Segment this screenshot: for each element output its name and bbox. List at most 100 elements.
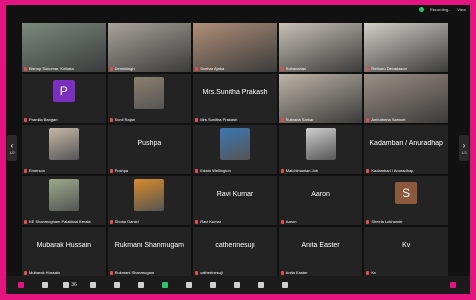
leave-button[interactable] [444,279,464,291]
participant-name: Sheela Lokhande [371,219,403,224]
recording-label: Recording... [429,6,452,12]
recording-icon [418,6,424,12]
participant-row: Bishop Sukumar, Kolkata Dennisingh Snehar … [22,23,448,72]
participant-tile[interactable]: KE Shanmugham Palakkad Kerala [22,176,106,225]
next-page-button[interactable]: › 1/2 [459,135,469,161]
more-button[interactable] [276,279,296,291]
more-icon [282,282,288,288]
profile-photo [48,179,79,211]
participant-tile[interactable]: Sobanarian [278,23,363,72]
mic-muted-icon [24,66,27,71]
participant-name: Kadambari / Anuradhap [371,168,414,173]
mic-muted-icon [109,270,113,275]
participant-tile[interactable]: Malchimanian Job [278,125,363,174]
participant-video [278,74,363,123]
participants-button[interactable]: 36 [60,279,80,291]
mic-button[interactable] [12,279,32,291]
chevron-left-icon: ‹ [10,141,14,150]
mic-muted-icon [366,117,370,122]
mic-muted-icon [366,66,370,71]
participant-name: Anbuthena Samuel [371,117,406,122]
mic-muted-icon [280,117,284,122]
participant-tile[interactable]: Kv Kv [364,227,448,276]
participant-tile[interactable]: Snehar Ajaba [193,23,277,72]
apps-icon [258,282,264,288]
mic-muted-icon [109,168,113,173]
participant-name-label: Rethuru Devadason [366,66,446,71]
participant-display-name: Kv [402,242,411,249]
participant-tile[interactable]: Rethuru Devadason [364,23,448,72]
participant-name-label: Ravi Kumar [195,219,275,224]
participant-display-name: Ravi Kumar [216,191,254,198]
chat-button[interactable] [84,279,104,291]
participant-name-label: Emerson [24,168,104,173]
participant-tile[interactable]: Mrs.Sunitha Prakash Mrs.Sunitha Prakash [193,74,277,123]
video-button[interactable] [36,279,56,291]
participant-display-name: Anita Easter [301,242,340,249]
participant-row: KE Shanmugham Palakkad Kerala Shoba Danie… [22,176,448,225]
react-button[interactable] [108,279,128,291]
heart-icon [114,282,120,288]
participant-name: Dennisingh [114,66,135,71]
participant-tile[interactable]: Emerson [22,125,106,174]
participant-name: catherinesuji [200,270,223,275]
participant-name: Sunil Rajan [114,117,136,122]
participant-tile[interactable]: S Sheela Lokhande [364,176,448,225]
participant-name-label: Mrs.Sunitha Prakash [195,117,275,122]
share-button[interactable] [156,279,176,291]
participant-tile[interactable]: Aaron Aaron [278,176,363,225]
participant-name-label: Mubarak Hussain [24,270,104,275]
share-icon [162,282,168,288]
participant-tile[interactable]: Kadambari / Anuradhap Kadambari / Anuradh… [364,125,448,174]
mic-muted-icon [109,219,113,224]
participant-tile[interactable]: Shoba Daniel [107,176,192,225]
participant-tile[interactable]: Sukrada Sarkar [278,74,363,123]
participant-name: Sobanarian [285,66,307,71]
participant-video [364,23,448,72]
profile-photo [134,77,165,109]
prev-page-button[interactable]: ‹ 1/2 [7,135,17,161]
participant-name-label: Sunil Rajan [109,117,190,122]
participant-name-label: Dennisingh [109,66,190,71]
record-button[interactable] [228,279,248,291]
mic-muted-icon [109,117,113,122]
participant-name: Kv [371,270,377,275]
participant-name-label: Malchimanian Job [280,168,361,173]
page-indicator-left: 1/2 [9,150,15,155]
participant-tile[interactable]: Anbuthena Samuel [364,74,448,123]
toolbar-label: 36 [71,282,77,288]
mic-muted-icon [280,219,284,224]
view-button[interactable]: View [457,7,466,12]
participant-tile[interactable]: Sunil Rajan [107,74,192,123]
shield-icon [186,282,192,288]
mic-muted-icon [24,168,27,173]
participant-name-label: Snehar Ajaba [195,66,275,71]
participant-row: Mubarak Hussain Mubarak Hussain Rukmani Sh… [22,227,448,276]
mic-muted-icon [366,270,370,275]
mic-muted-icon [24,219,27,224]
apps-button[interactable] [252,279,272,291]
security-button[interactable] [180,279,200,291]
participant-tile[interactable]: Anita Easter Anita Easter [278,227,363,276]
page-indicator-right: 1/2 [461,150,467,155]
meeting-toolbar: 36 [6,276,470,294]
participant-tile[interactable]: Mubarak Hussain Mubarak Hussain [22,227,106,276]
participant-tile[interactable]: Bishop Sukumar, Kolkata [22,23,106,72]
participant-name: Rethuru Devadason [371,66,407,71]
mic-muted-icon [366,219,370,224]
participant-name-label: Pushpa [109,168,190,173]
participant-name-label: Anita Easter [280,270,361,275]
participant-tile[interactable]: Pushpa Pushpa [107,125,192,174]
participant-tile[interactable]: P Pramila Bangari [22,74,106,123]
participant-name: Pramila Bangari [29,117,58,122]
ai-button[interactable] [204,279,224,291]
participant-tile[interactable]: Rukmani Shanmugam Rukmani Shanmugam [107,227,192,276]
participant-tile[interactable]: catherinesuji catherinesuji [193,227,277,276]
mic-muted-icon [195,168,199,173]
raise-hand-button[interactable] [132,279,152,291]
participant-tile[interactable]: Ravi Kumar Ravi Kumar [193,176,277,225]
participant-tile[interactable]: Dennisingh [107,23,192,72]
participant-name-label: Kadambari / Anuradhap [366,168,446,173]
participant-tile[interactable]: Edwin Wellington [193,125,277,174]
participant-name: Rukmani Shanmugam [114,270,155,275]
